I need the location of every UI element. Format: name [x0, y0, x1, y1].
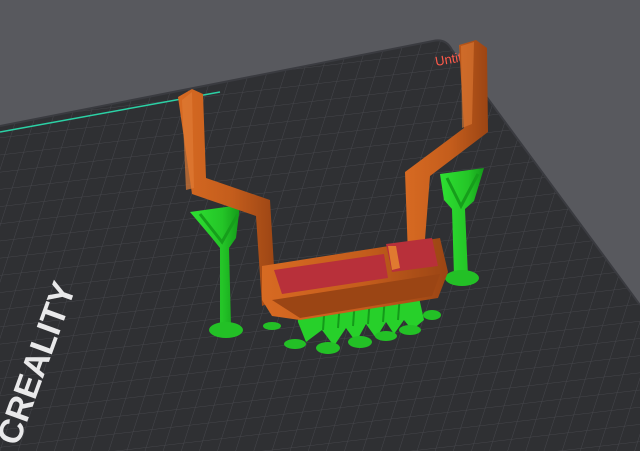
support-foot-3: [348, 336, 372, 348]
support-foot-5: [399, 325, 421, 335]
bed-grid: [0, 40, 640, 451]
support-foot-4: [375, 331, 397, 341]
model-right-arm-highlight: [461, 42, 474, 128]
support-foot-7: [263, 322, 281, 330]
3d-viewport[interactable]: Untitled CREALITY: [0, 0, 640, 451]
support-foot-1: [284, 339, 306, 349]
support-left-base: [209, 322, 243, 338]
support-right-base: [445, 270, 479, 286]
support-foot-6: [423, 310, 441, 320]
support-foot-2: [316, 342, 340, 354]
slicer-scene[interactable]: Untitled CREALITY: [0, 0, 640, 451]
